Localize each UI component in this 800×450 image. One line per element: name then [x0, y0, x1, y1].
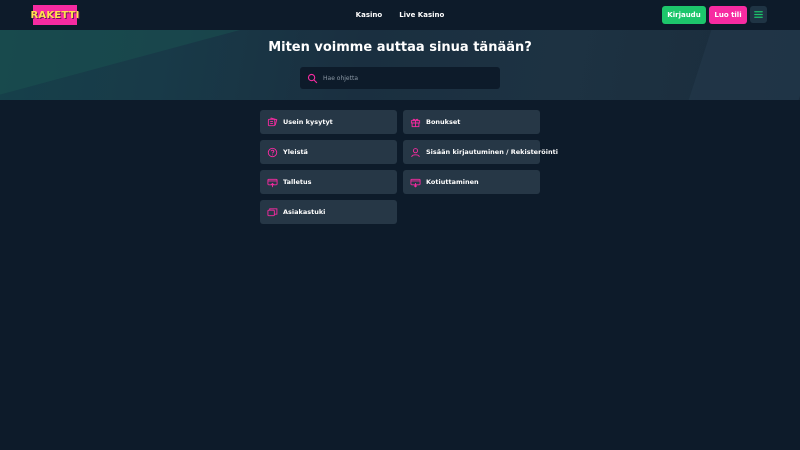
register-button[interactable]: Luo tili: [709, 6, 747, 24]
question-icon: [267, 147, 278, 158]
withdraw-icon: [410, 177, 421, 188]
category-asiakastuki[interactable]: Asiakastuki: [260, 200, 397, 224]
support-icon: [267, 207, 278, 218]
category-kotiuttaminen[interactable]: Kotiuttaminen: [403, 170, 540, 194]
hamburger-icon: [753, 9, 764, 20]
user-icon: [410, 147, 421, 158]
deposit-icon: [267, 177, 278, 188]
search-icon: [307, 73, 318, 84]
category-talletus[interactable]: Talletus: [260, 170, 397, 194]
category-label: Sisään kirjautuminen / Rekisteröinti: [426, 148, 558, 156]
category-bonukset[interactable]: Bonukset: [403, 110, 540, 134]
category-label: Talletus: [283, 178, 312, 186]
top-header: RAKETTI Kasino Live Kasino Kirjaudu Luo …: [0, 0, 800, 30]
nav-live-kasino-link[interactable]: Live Kasino: [399, 11, 444, 19]
category-label: Bonukset: [426, 118, 461, 126]
category-label: Yleistä: [283, 148, 308, 156]
category-label: Usein kysytyt: [283, 118, 333, 126]
faq-icon: [267, 117, 278, 128]
login-button[interactable]: Kirjaudu: [662, 6, 706, 24]
hamburger-menu-button[interactable]: [750, 6, 767, 23]
help-search-input[interactable]: [323, 74, 493, 82]
category-kirjautuminen-rekisterointi[interactable]: Sisään kirjautuminen / Rekisteröinti: [403, 140, 558, 164]
category-yleista[interactable]: Yleistä: [260, 140, 397, 164]
nav-kasino-link[interactable]: Kasino: [356, 11, 383, 19]
help-search-box[interactable]: [300, 67, 500, 89]
category-label: Kotiuttaminen: [426, 178, 479, 186]
help-hero: Miten voimme auttaa sinua tänään?: [0, 30, 800, 100]
help-category-grid: Usein kysytyt Bonukset Yleistä Sisään ki…: [260, 110, 558, 224]
gift-icon: [410, 117, 421, 128]
hero-title: Miten voimme auttaa sinua tänään?: [268, 40, 532, 55]
category-label: Asiakastuki: [283, 208, 326, 216]
category-usein-kysytyt[interactable]: Usein kysytyt: [260, 110, 397, 134]
